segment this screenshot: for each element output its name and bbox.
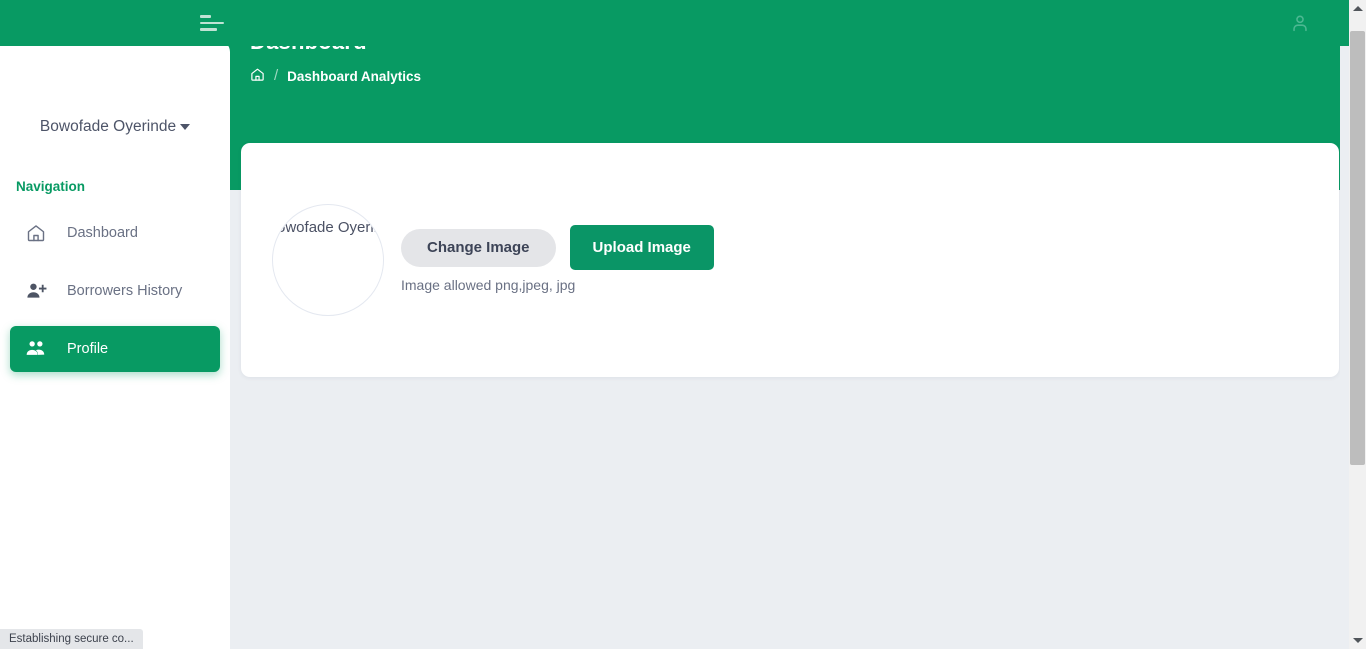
browser-status-bar: Establishing secure co...: [0, 629, 143, 649]
sidebar-item-label: Profile: [67, 341, 109, 357]
top-app-bar: [0, 0, 1349, 46]
image-action-buttons: Change Image Upload Image: [401, 225, 714, 270]
breadcrumb: / Dashboard Analytics: [250, 67, 421, 85]
image-format-hint: Image allowed png,jpeg, jpg: [401, 277, 576, 293]
avatar-alt-text: Bowofade Oyerinde: [272, 219, 383, 236]
breadcrumb-separator: /: [274, 66, 279, 84]
sidebar-user-dropdown[interactable]: Bowofade Oyerinde: [0, 118, 230, 136]
page-gutter: [1340, 0, 1349, 649]
hamburger-line: [200, 28, 217, 31]
navigation-list: Dashboard Borrowers History Profile: [0, 210, 230, 372]
navigation-heading: Navigation: [16, 179, 86, 194]
vertical-scrollbar[interactable]: [1349, 0, 1366, 649]
hamburger-line: [200, 21, 224, 25]
home-icon: [25, 222, 47, 244]
chevron-down-icon: [180, 123, 191, 130]
scroll-down-button[interactable]: [1349, 632, 1366, 649]
sidebar-item-dashboard[interactable]: Dashboard: [10, 210, 220, 256]
sidebar-item-borrowers-history[interactable]: Borrowers History: [10, 268, 220, 314]
breadcrumb-current: Dashboard Analytics: [287, 68, 421, 84]
sidebar: Bowofade Oyerinde Navigation Dashboard B…: [0, 40, 230, 649]
home-icon[interactable]: [250, 67, 265, 85]
person-add-icon: [25, 280, 47, 302]
profile-card: Bowofade Oyerinde Change Image Upload Im…: [241, 143, 1339, 377]
hamburger-icon[interactable]: [200, 12, 224, 34]
scroll-up-button[interactable]: [1349, 0, 1366, 17]
avatar[interactable]: Bowofade Oyerinde: [272, 204, 384, 316]
sidebar-item-profile[interactable]: Profile: [10, 326, 220, 372]
triangle-down-icon: [1352, 638, 1363, 643]
triangle-up-icon: [1352, 6, 1363, 11]
upload-image-button[interactable]: Upload Image: [569, 225, 714, 270]
user-account-icon[interactable]: [1289, 12, 1311, 34]
sidebar-item-label: Borrowers History: [67, 283, 183, 299]
sidebar-item-label: Dashboard: [67, 225, 138, 241]
sidebar-user-name: Bowofade Oyerinde: [39, 118, 177, 135]
people-group-icon: [25, 338, 47, 360]
scrollbar-thumb[interactable]: [1350, 31, 1365, 465]
change-image-button[interactable]: Change Image: [401, 228, 556, 267]
hamburger-line: [200, 15, 211, 18]
